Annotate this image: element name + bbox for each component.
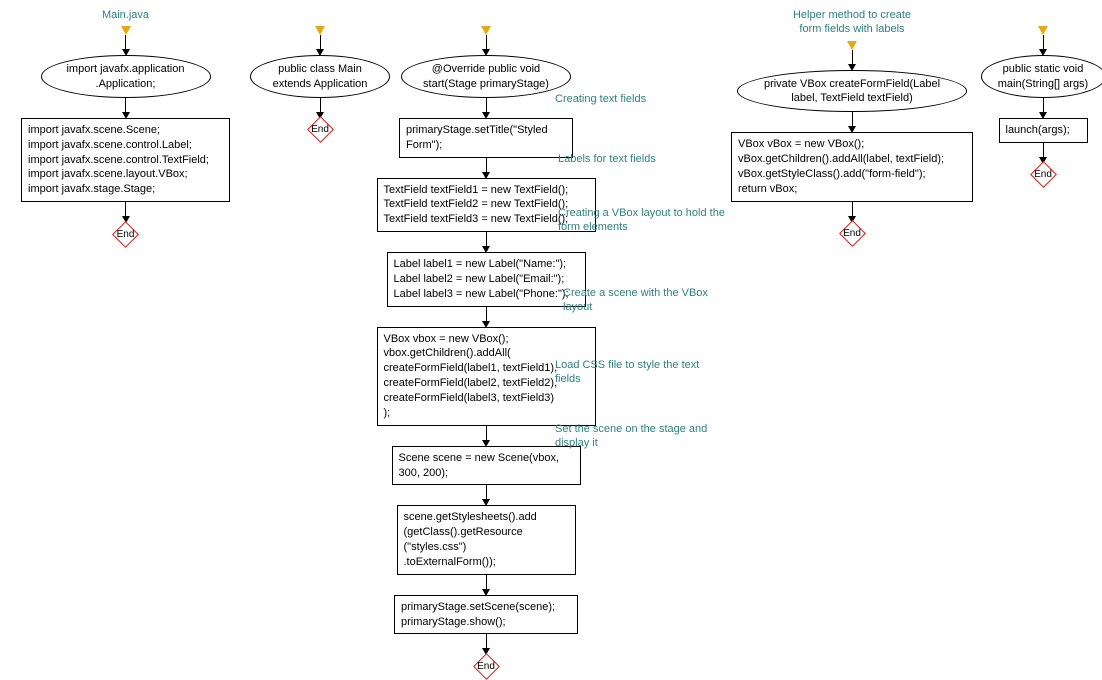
connector bbox=[848, 202, 856, 222]
col4-title: Helper method to create form fields with… bbox=[793, 8, 911, 37]
end-label: End bbox=[843, 228, 861, 239]
end-node: End bbox=[111, 222, 141, 246]
end-label: End bbox=[311, 124, 329, 135]
start-arrow-icon bbox=[481, 26, 491, 35]
connector bbox=[482, 485, 490, 505]
start-ellipse: @Override public void start(Stage primar… bbox=[401, 55, 571, 98]
flow-col-class-decl: public class Main extends Application En… bbox=[250, 8, 390, 142]
connector bbox=[122, 98, 130, 118]
launch-box: launch(args); bbox=[999, 118, 1088, 143]
connector bbox=[1039, 98, 1047, 118]
connector bbox=[482, 158, 490, 178]
flow-col-helper-method: Helper method to create form fields with… bbox=[732, 8, 972, 246]
labels-box: Label label1 = new Label("Name:"); Label… bbox=[387, 252, 586, 307]
connector bbox=[848, 112, 856, 132]
main-ellipse: public static void main(String[] args) bbox=[981, 55, 1102, 98]
annot-create-scene: Create a scene with the VBox layout bbox=[563, 286, 733, 315]
helper-ellipse: private VBox createFormField(Label label… bbox=[737, 70, 967, 113]
imports-box: import javafx.scene.Scene; import javafx… bbox=[21, 118, 230, 202]
annot-vbox-layout: Creating a VBox layout to hold the form … bbox=[558, 206, 728, 235]
class-ellipse: public class Main extends Application bbox=[250, 55, 390, 98]
connector bbox=[1039, 35, 1047, 55]
start-arrow-icon bbox=[847, 41, 857, 50]
connector bbox=[482, 426, 490, 446]
end-node: End bbox=[1028, 163, 1058, 187]
end-label: End bbox=[477, 661, 495, 672]
spacer bbox=[484, 8, 487, 22]
connector bbox=[122, 202, 130, 222]
connector bbox=[482, 634, 490, 654]
annot-load-css: Load CSS file to style the text fields bbox=[555, 358, 725, 387]
imports-ellipse: import javafx.application .Application; bbox=[41, 55, 211, 98]
col1-title: Main.java bbox=[102, 8, 149, 22]
stylesheets-box: scene.getStylesheets().add (getClass().g… bbox=[397, 505, 576, 574]
connector bbox=[316, 35, 324, 55]
spacer bbox=[1041, 8, 1044, 22]
connector bbox=[482, 232, 490, 252]
connector bbox=[482, 98, 490, 118]
start-arrow-icon bbox=[121, 26, 131, 35]
start-arrow-icon bbox=[315, 26, 325, 35]
annot-labels: Labels for text fields bbox=[558, 152, 728, 166]
spacer bbox=[318, 8, 321, 22]
end-label: End bbox=[117, 229, 135, 240]
connector bbox=[482, 575, 490, 595]
connector bbox=[482, 307, 490, 327]
connector bbox=[848, 50, 856, 70]
flow-col-main-java: Main.java import javafx.application .App… bbox=[18, 8, 233, 246]
connector bbox=[122, 35, 130, 55]
show-box: primaryStage.setScene(scene); primarySta… bbox=[394, 595, 578, 635]
end-node: End bbox=[471, 654, 501, 678]
end-node: End bbox=[305, 118, 335, 142]
set-title-box: primaryStage.setTitle("Styled Form"); bbox=[399, 118, 573, 158]
scene-box: Scene scene = new Scene(vbox, 300, 200); bbox=[392, 446, 581, 486]
end-label: End bbox=[1034, 169, 1052, 180]
flow-col-main-method: public static void main(String[] args) l… bbox=[988, 8, 1098, 187]
helper-body-box: VBox vBox = new VBox(); vBox.getChildren… bbox=[731, 132, 973, 201]
end-node: End bbox=[837, 222, 867, 246]
start-arrow-icon bbox=[1038, 26, 1048, 35]
connector bbox=[482, 35, 490, 55]
annot-set-scene: Set the scene on the stage and display i… bbox=[555, 422, 725, 451]
flow-col-start-method: @Override public void start(Stage primar… bbox=[376, 8, 596, 678]
annot-creating-textfields: Creating text fields bbox=[555, 92, 725, 106]
